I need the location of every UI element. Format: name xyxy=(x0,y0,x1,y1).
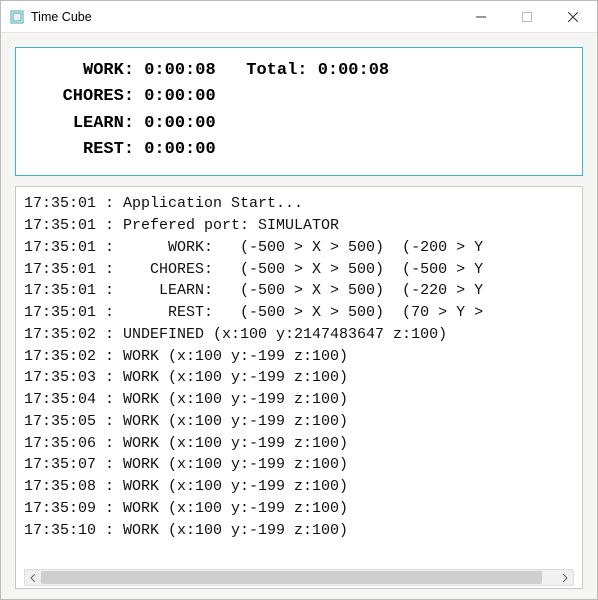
maximize-button[interactable] xyxy=(504,1,550,32)
close-button[interactable] xyxy=(550,1,596,32)
log-line: 17:35:01 : Prefered port: SIMULATOR xyxy=(24,215,574,237)
summary-row-work: WORK: 0:00:08 Total: 0:00:08 xyxy=(32,58,566,84)
scroll-right-icon[interactable] xyxy=(557,570,573,585)
rest-label: REST: xyxy=(83,140,134,159)
learn-label: LEARN: xyxy=(73,114,134,133)
scroll-left-icon[interactable] xyxy=(25,570,41,585)
app-icon xyxy=(9,9,25,25)
rest-value: 0:00:00 xyxy=(144,140,215,159)
log-line: 17:35:08 : WORK (x:100 y:-199 z:100) xyxy=(24,476,574,498)
summary-row-learn: LEARN: 0:00:00 xyxy=(32,111,566,137)
log-line: 17:35:04 : WORK (x:100 y:-199 z:100) xyxy=(24,389,574,411)
client-area: WORK: 0:00:08 Total: 0:00:08 CHORES: 0:0… xyxy=(1,33,597,599)
window-title: Time Cube xyxy=(31,10,458,24)
log-line: 17:35:02 : UNDEFINED (x:100 y:2147483647… xyxy=(24,324,574,346)
log-line: 17:35:06 : WORK (x:100 y:-199 z:100) xyxy=(24,433,574,455)
log-line: 17:35:01 : LEARN: (-500 > X > 500) (-220… xyxy=(24,280,574,302)
summary-panel: WORK: 0:00:08 Total: 0:00:08 CHORES: 0:0… xyxy=(15,47,583,176)
summary-row-rest: REST: 0:00:00 xyxy=(32,137,566,163)
chores-label: CHORES: xyxy=(63,87,134,106)
log-line: 17:35:01 : REST: (-500 > X > 500) (70 > … xyxy=(24,302,574,324)
horizontal-scrollbar[interactable] xyxy=(24,569,574,586)
log-line: 17:35:01 : Application Start... xyxy=(24,193,574,215)
work-value: 0:00:08 xyxy=(144,61,215,80)
log-line: 17:35:09 : WORK (x:100 y:-199 z:100) xyxy=(24,498,574,520)
scroll-thumb[interactable] xyxy=(41,571,542,584)
titlebar[interactable]: Time Cube xyxy=(1,1,597,33)
log-line: 17:35:03 : WORK (x:100 y:-199 z:100) xyxy=(24,367,574,389)
total-value: 0:00:08 xyxy=(318,61,389,80)
log-line: 17:35:01 : WORK: (-500 > X > 500) (-200 … xyxy=(24,237,574,259)
log-line: 17:35:07 : WORK (x:100 y:-199 z:100) xyxy=(24,454,574,476)
chores-value: 0:00:00 xyxy=(144,87,215,106)
learn-value: 0:00:00 xyxy=(144,114,215,133)
summary-row-chores: CHORES: 0:00:00 xyxy=(32,84,566,110)
log-panel[interactable]: 17:35:01 : Application Start...17:35:01 … xyxy=(15,186,583,589)
log-line: 17:35:02 : WORK (x:100 y:-199 z:100) xyxy=(24,346,574,368)
app-window: Time Cube WORK: 0:00:08 Total: 0:00:08 C… xyxy=(0,0,598,600)
log-line: 17:35:01 : CHORES: (-500 > X > 500) (-50… xyxy=(24,259,574,281)
log-lines: 17:35:01 : Application Start...17:35:01 … xyxy=(24,193,574,566)
scroll-track[interactable] xyxy=(41,570,557,585)
work-label: WORK: xyxy=(83,61,134,80)
window-controls xyxy=(458,1,597,32)
minimize-button[interactable] xyxy=(458,1,504,32)
log-line: 17:35:05 : WORK (x:100 y:-199 z:100) xyxy=(24,411,574,433)
total-label: Total: xyxy=(246,61,307,80)
log-line: 17:35:10 : WORK (x:100 y:-199 z:100) xyxy=(24,520,574,542)
